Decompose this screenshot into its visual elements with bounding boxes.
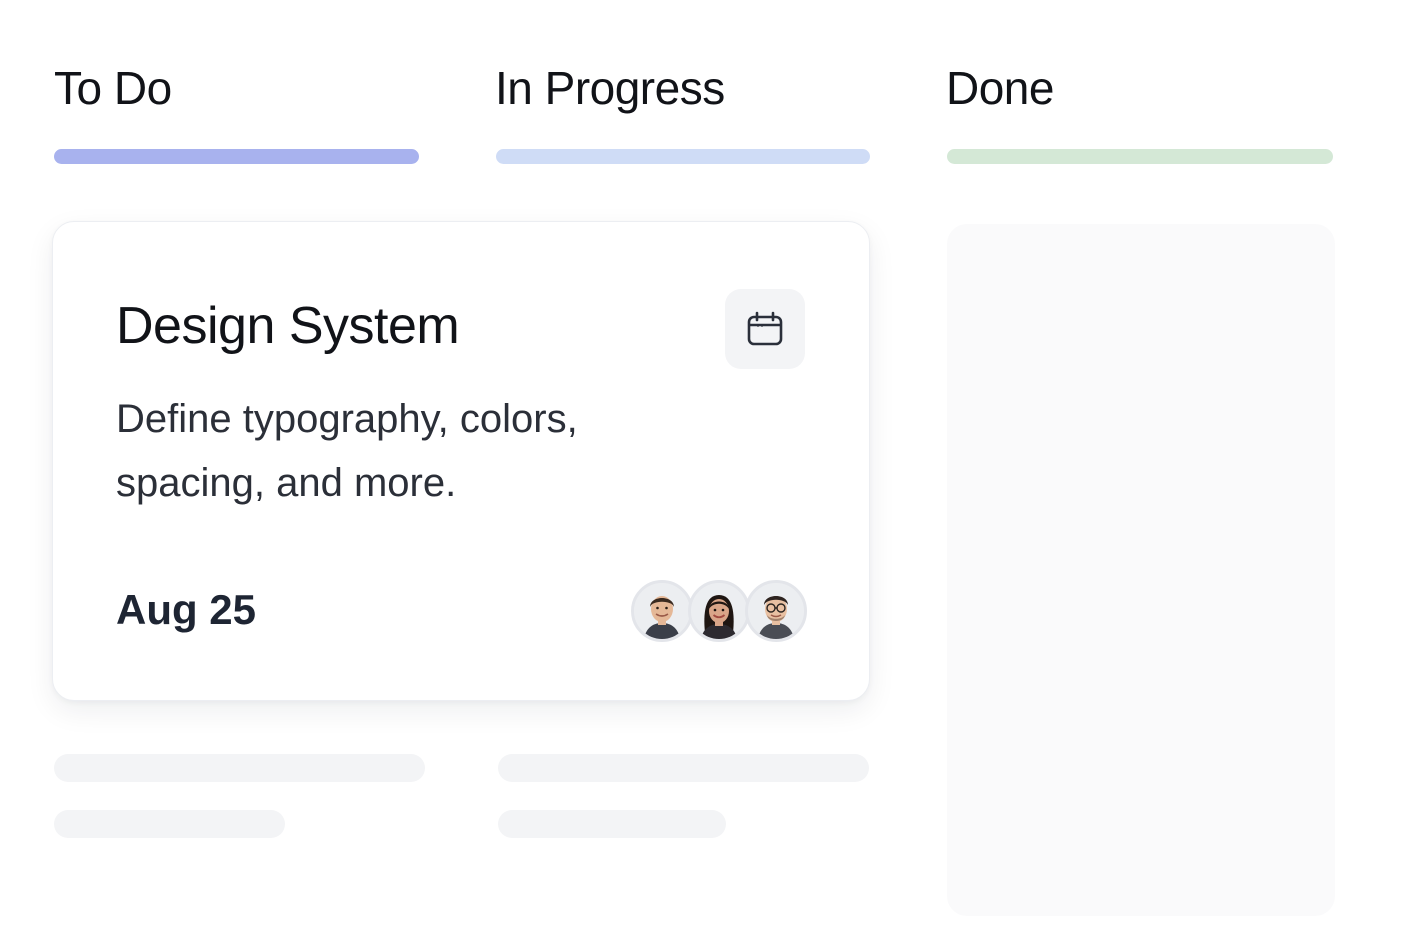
avatar-man-glasses-icon <box>748 583 804 639</box>
assignee-avatars[interactable] <box>631 580 811 646</box>
avatar[interactable] <box>745 580 807 642</box>
avatar-man-icon <box>634 583 690 639</box>
done-column-dropzone[interactable] <box>947 224 1335 916</box>
skeleton-line <box>54 754 425 782</box>
column-title-done: Done <box>946 62 1054 114</box>
column-bar-done <box>947 149 1333 164</box>
task-card[interactable]: Design System Define typography, colors,… <box>52 221 870 701</box>
skeleton-line <box>498 754 869 782</box>
column-bar-todo <box>54 149 419 164</box>
card-title: Design System <box>116 297 460 355</box>
calendar-icon <box>747 311 783 346</box>
avatar[interactable] <box>688 580 750 642</box>
calendar-button[interactable] <box>725 289 805 369</box>
card-description: Define typography, colors, spacing, and … <box>116 397 578 505</box>
avatar[interactable] <box>631 580 693 642</box>
card-due-date: Aug 25 <box>116 586 257 633</box>
column-bar-in-progress <box>496 149 870 164</box>
column-title-in-progress: In Progress <box>495 62 725 114</box>
avatar-woman-icon <box>691 583 747 639</box>
skeleton-line <box>54 810 285 838</box>
column-title-todo: To Do <box>54 62 172 114</box>
skeleton-line <box>498 810 726 838</box>
